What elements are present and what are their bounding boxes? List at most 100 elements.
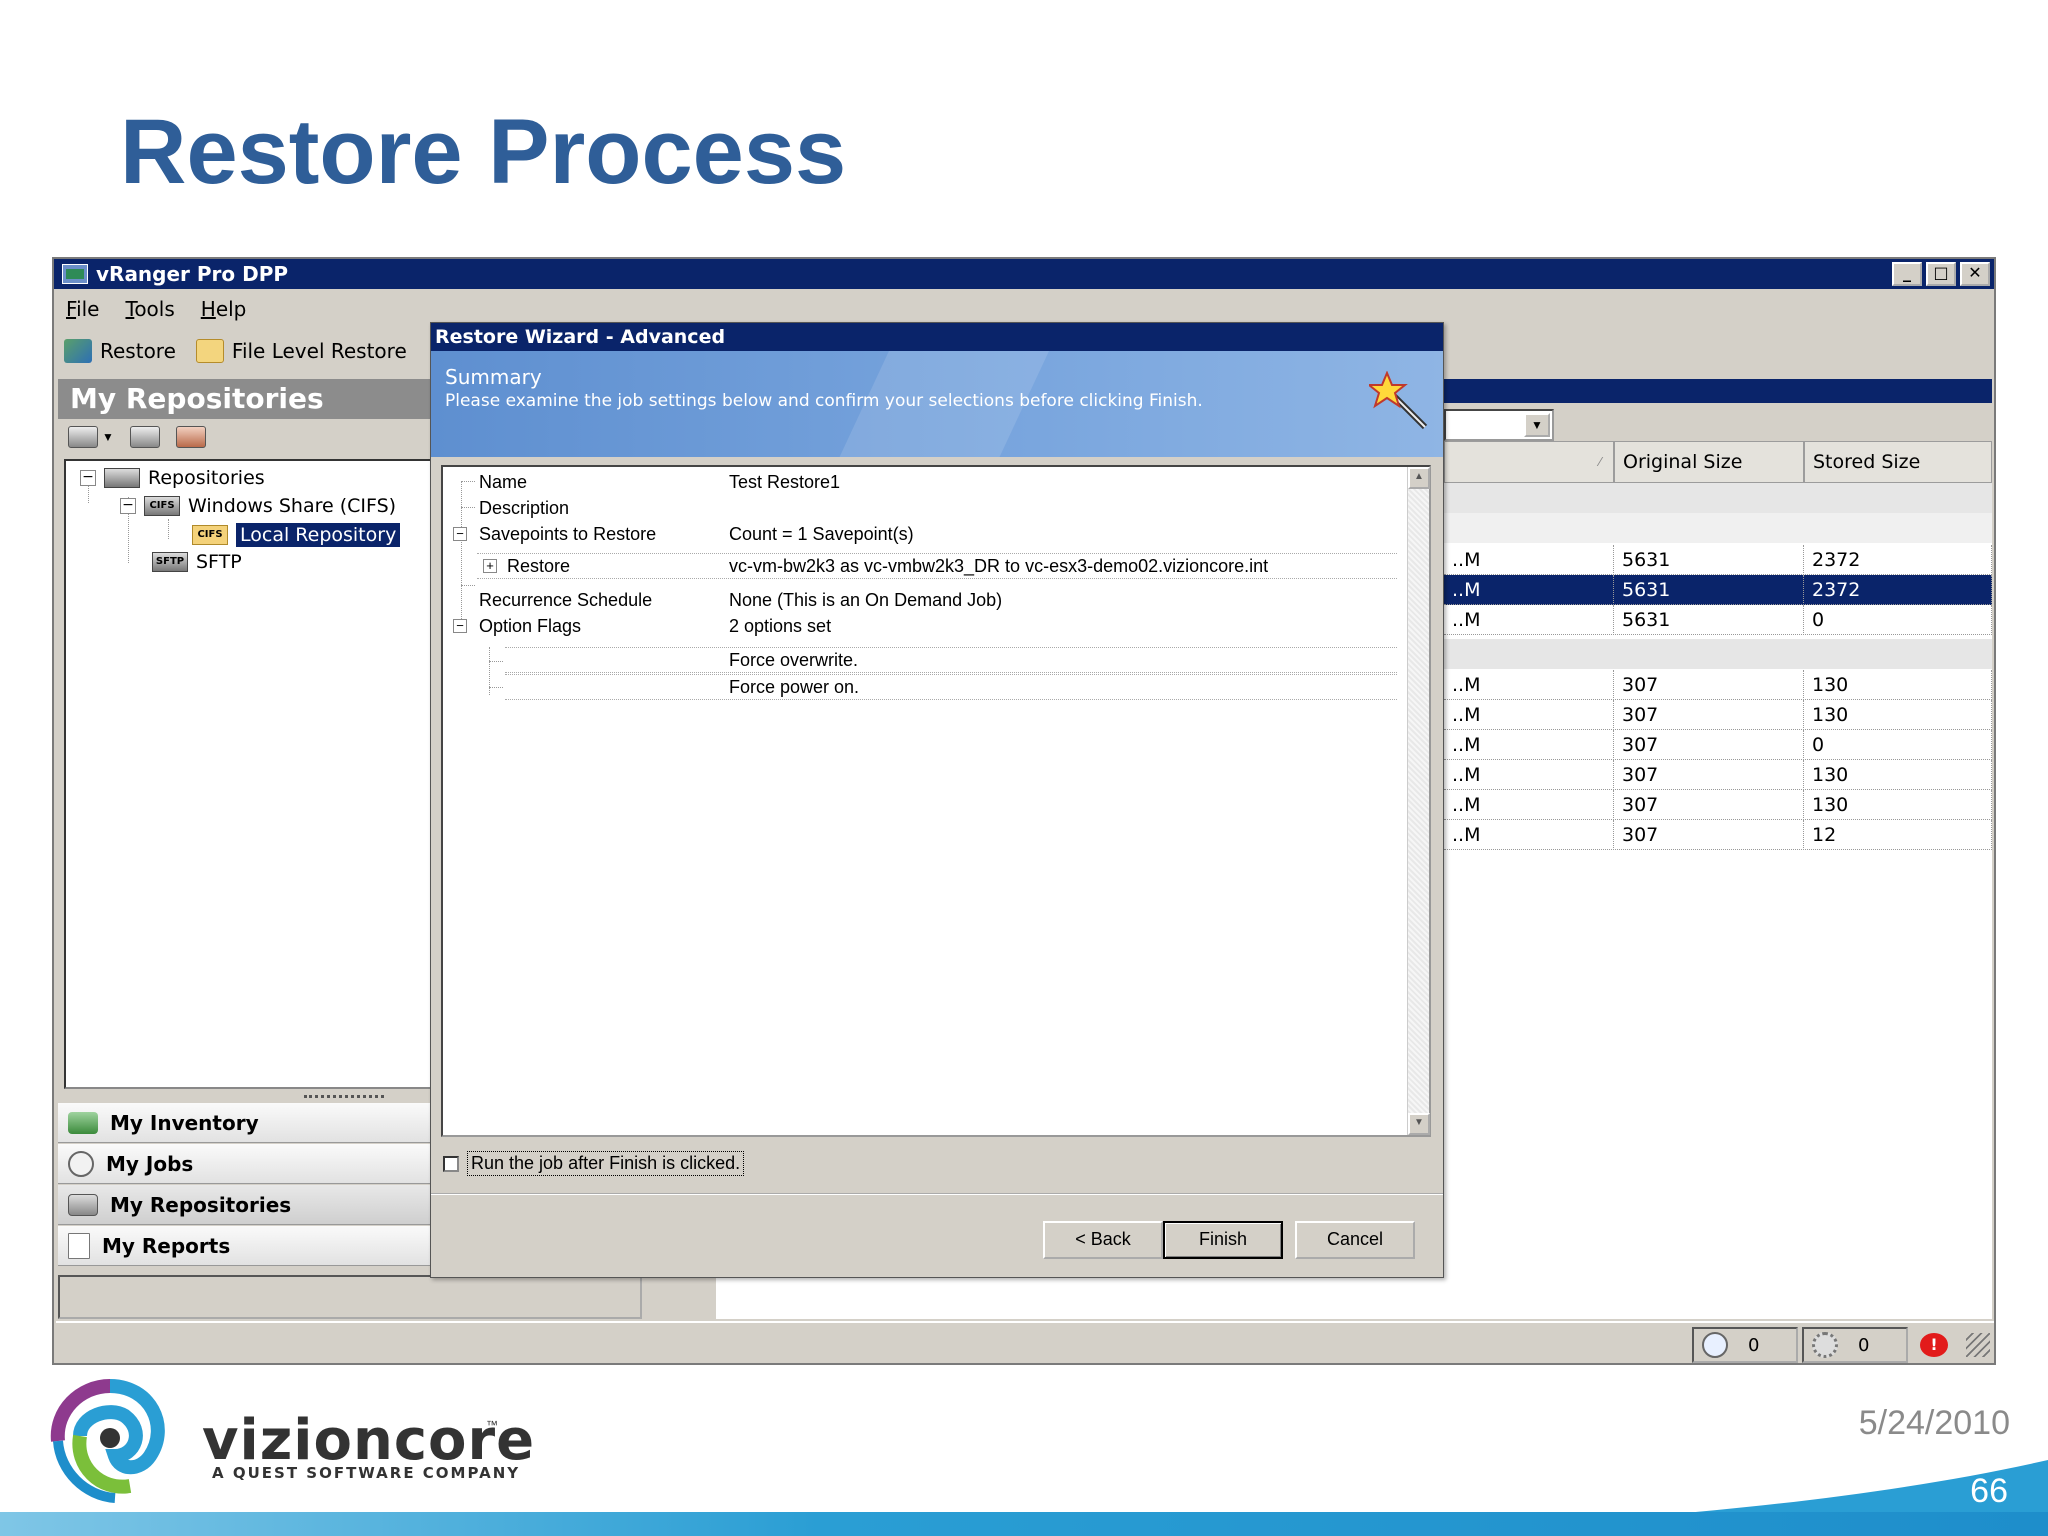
group-header bbox=[1444, 639, 1992, 669]
clock-icon bbox=[68, 1150, 94, 1177]
edit-repository-icon[interactable] bbox=[129, 426, 160, 448]
summary-row-savepoints[interactable]: − Savepoints to Restore Count = 1 Savepo… bbox=[443, 521, 1397, 547]
gear-icon bbox=[1812, 1332, 1838, 1358]
summary-row-option-flags[interactable]: − Option Flags 2 options set bbox=[443, 613, 1397, 639]
vranger-window: vRanger Pro DPP _ □ ✕ File Tools Help Re… bbox=[52, 257, 1996, 1365]
run-after-finish-checkbox[interactable] bbox=[443, 1155, 459, 1172]
pane-splitter[interactable] bbox=[304, 1095, 384, 1101]
tree-label-cifs: Windows Share (CIFS) bbox=[188, 495, 397, 517]
nav-label-inventory: My Inventory bbox=[110, 1110, 259, 1135]
collapse-icon[interactable]: − bbox=[80, 470, 96, 486]
tree-node-cifs[interactable]: − CIFS Windows Share (CIFS) bbox=[120, 495, 396, 517]
vizioncore-logo bbox=[50, 1379, 165, 1503]
add-repository-icon[interactable] bbox=[68, 426, 98, 448]
sort-indicator[interactable]: ⁄ bbox=[1444, 441, 1614, 483]
run-after-finish-option[interactable]: Run the job after Finish is clicked. bbox=[443, 1151, 745, 1176]
back-button[interactable]: < Back bbox=[1043, 1221, 1163, 1259]
filter-combo[interactable]: ▼ bbox=[1444, 409, 1554, 441]
inventory-icon bbox=[68, 1111, 98, 1134]
status-alerts[interactable]: ! bbox=[1912, 1327, 1970, 1363]
app-icon bbox=[62, 264, 88, 284]
wizard-step-title: Summary bbox=[445, 365, 542, 389]
report-icon bbox=[68, 1232, 90, 1259]
wizard-footer: < Back Finish Cancel bbox=[431, 1193, 1443, 1277]
table-row[interactable]: ..M 307 130 bbox=[1444, 760, 1992, 790]
column-stored-size[interactable]: Stored Size bbox=[1804, 441, 1992, 483]
sftp-icon: SFTP bbox=[152, 552, 188, 572]
folder-icon bbox=[195, 339, 224, 363]
table-row-selected[interactable]: ..M 5631 2372 bbox=[1444, 575, 1992, 605]
scroll-up-icon[interactable]: ▲ bbox=[1408, 467, 1430, 489]
summary-row-flag-overwrite: Force overwrite. bbox=[505, 647, 1397, 673]
wizard-step-description: Please examine the job settings below an… bbox=[445, 391, 1203, 411]
nav-my-inventory[interactable]: My Inventory bbox=[58, 1103, 432, 1143]
repository-tree: − Repositories − CIFS Windows Share (CIF… bbox=[64, 459, 432, 1089]
tree-node-local-repository[interactable]: CIFS Local Repository bbox=[192, 523, 401, 547]
table-row[interactable]: ..M 5631 2372 bbox=[1444, 545, 1992, 575]
nav-label-reports: My Reports bbox=[102, 1233, 231, 1258]
column-original-size[interactable]: Original Size bbox=[1614, 441, 1804, 483]
nav-my-repositories[interactable]: My Repositories bbox=[58, 1185, 432, 1225]
summary-row-restore[interactable]: + Restore vc-vm-bw2k3 as vc-vmbw2k3_DR t… bbox=[477, 553, 1397, 579]
finish-button[interactable]: Finish bbox=[1163, 1221, 1283, 1259]
slide-date: 5/24/2010 bbox=[1858, 1404, 2010, 1442]
summary-scrollbar[interactable]: ▲ ▼ bbox=[1407, 467, 1430, 1135]
menu-file[interactable]: File bbox=[66, 297, 99, 321]
tree-node-repositories[interactable]: − Repositories bbox=[80, 467, 265, 489]
table-row[interactable]: ..M 307 130 bbox=[1444, 700, 1992, 730]
collapse-icon[interactable]: − bbox=[453, 619, 467, 633]
wizard-titlebar: Restore Wizard - Advanced bbox=[431, 323, 1443, 351]
group-header bbox=[1444, 483, 1992, 513]
running-count: 0 bbox=[1858, 1334, 1870, 1356]
window-controls: _ □ ✕ bbox=[1892, 262, 1990, 286]
alert-icon: ! bbox=[1920, 1333, 1948, 1357]
tree-label-sftp: SFTP bbox=[196, 551, 242, 573]
dropdown-arrow-icon[interactable]: ▼ bbox=[1524, 413, 1550, 437]
tree-label-local-repository: Local Repository bbox=[236, 523, 401, 547]
slide-title: Restore Process bbox=[120, 101, 847, 203]
tree-label-repositories: Repositories bbox=[148, 467, 265, 489]
tree-node-sftp[interactable]: SFTP SFTP bbox=[152, 551, 242, 573]
maximize-button[interactable]: □ bbox=[1926, 262, 1956, 286]
grid-header-bar bbox=[1444, 379, 1992, 403]
table-row[interactable]: ..M 307 130 bbox=[1444, 790, 1992, 820]
slide-number: 66 bbox=[1970, 1472, 2008, 1510]
menu-help[interactable]: Help bbox=[201, 297, 247, 321]
scheduled-count: 0 bbox=[1748, 1334, 1760, 1356]
restore-icon bbox=[64, 339, 92, 363]
nav-my-jobs[interactable]: My Jobs bbox=[58, 1144, 432, 1184]
summary-panel: Name Test Restore1 Description − Savepoi… bbox=[441, 465, 1431, 1137]
collapse-icon[interactable]: − bbox=[120, 498, 136, 514]
remove-repository-icon[interactable] bbox=[175, 426, 206, 448]
expand-icon[interactable]: + bbox=[483, 559, 497, 573]
app-titlebar: vRanger Pro DPP _ □ ✕ bbox=[54, 259, 1994, 289]
status-scheduled-jobs[interactable]: 0 bbox=[1692, 1327, 1798, 1363]
nav-my-reports[interactable]: My Reports bbox=[58, 1226, 432, 1266]
table-row[interactable]: ..M 307 130 bbox=[1444, 670, 1992, 700]
file-level-restore-button[interactable]: File Level Restore bbox=[195, 339, 407, 363]
restore-toolbar-button[interactable]: Restore bbox=[64, 339, 176, 363]
group-header bbox=[1444, 513, 1992, 543]
table-row[interactable]: ..M 307 0 bbox=[1444, 730, 1992, 760]
collapse-icon[interactable]: − bbox=[453, 527, 467, 541]
pane-toolbar: ▼ bbox=[58, 419, 432, 455]
scroll-down-icon[interactable]: ▼ bbox=[1408, 1113, 1430, 1135]
cancel-button[interactable]: Cancel bbox=[1295, 1221, 1415, 1259]
close-button[interactable]: ✕ bbox=[1960, 262, 1990, 286]
menu-tools[interactable]: Tools bbox=[125, 297, 174, 321]
summary-row-schedule: Recurrence Schedule None (This is an On … bbox=[479, 589, 1003, 610]
brand-trademark: ™ bbox=[486, 1418, 498, 1432]
summary-row-name: Name Test Restore1 bbox=[479, 471, 841, 492]
savepoint-grid: ⁄ Original Size Stored Size ..M 5631 237… bbox=[1444, 441, 1992, 1301]
resize-grip-icon[interactable] bbox=[1966, 1333, 1990, 1357]
nav-label-repositories: My Repositories bbox=[110, 1192, 292, 1217]
run-after-finish-label[interactable]: Run the job after Finish is clicked. bbox=[467, 1151, 745, 1176]
dropdown-arrow-icon[interactable]: ▼ bbox=[102, 430, 114, 444]
status-running-tasks[interactable]: 0 bbox=[1802, 1327, 1908, 1363]
minimize-button[interactable]: _ bbox=[1892, 262, 1922, 286]
status-bar: 0 0 ! bbox=[56, 1321, 1994, 1363]
summary-row-flag-power-on: Force power on. bbox=[505, 674, 1397, 700]
summary-row-description: Description bbox=[479, 497, 570, 518]
table-row[interactable]: ..M 307 12 bbox=[1444, 820, 1992, 850]
table-row[interactable]: ..M 5631 0 bbox=[1444, 605, 1992, 635]
